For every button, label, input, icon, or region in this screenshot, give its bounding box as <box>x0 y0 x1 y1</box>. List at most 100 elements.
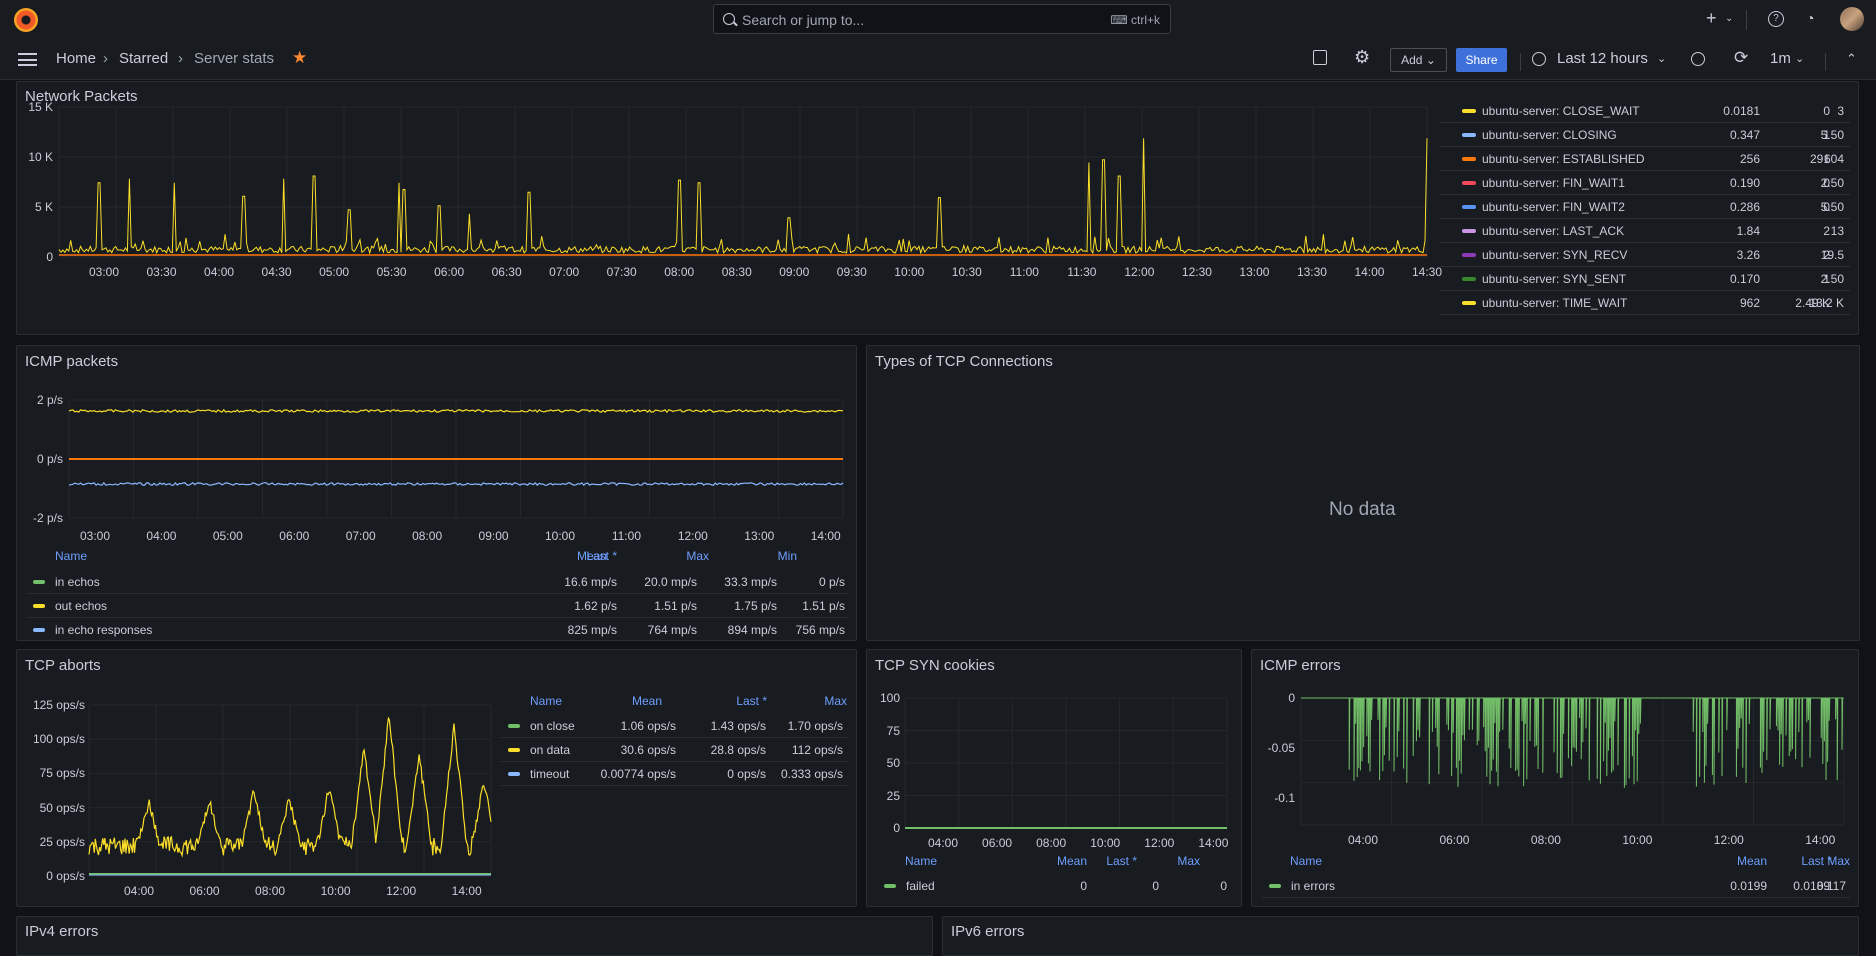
x-tick-label: 06:00 <box>434 265 465 279</box>
gear-icon[interactable]: ⚙ <box>1354 47 1370 68</box>
legend-row[interactable]: ubuntu-server: TIME_WAIT 962 2.49 K 13.2 K <box>1440 291 1850 315</box>
legend-row[interactable]: ubuntu-server: CLOSE_WAIT 0.0181 0 3 <box>1440 99 1850 123</box>
x-tick-label: 11:00 <box>1009 265 1039 279</box>
legend-max: 2.50 <box>1820 176 1844 190</box>
legend-row[interactable]: on close 1.06 ops/s 1.43 ops/s 1.70 ops/s <box>501 714 849 738</box>
panel-network-packets[interactable]: Network Packets ubuntu-server: CLOSE_WAI… <box>16 81 1859 335</box>
rss-icon[interactable]: ◔ <box>1806 10 1814 26</box>
y-tick-label: 0 ops/s <box>46 869 85 883</box>
legend-row[interactable]: ubuntu-server: ESTABLISHED 256 291 604 <box>1440 147 1850 171</box>
chevron-down-icon[interactable]: ⌄ <box>1657 52 1666 65</box>
y-tick-label: 25 <box>886 788 900 803</box>
icmp-packets-chart[interactable] <box>17 346 857 556</box>
collapse-icon[interactable]: ⌃ <box>1846 51 1857 67</box>
legend-swatch <box>1462 157 1476 161</box>
x-tick-label: 12:00 <box>386 884 417 898</box>
legend-header[interactable]: Max <box>1140 854 1200 868</box>
legend-name: ubuntu-server: SYN_RECV <box>1482 248 1628 262</box>
add-label: Add <box>1401 53 1423 67</box>
chevron-down-icon[interactable]: ⌄ <box>1725 13 1733 24</box>
legend-header[interactable]: Max <box>1822 854 1850 868</box>
panel-ipv6-errors[interactable]: IPv6 errors <box>942 916 1859 956</box>
x-tick-label: 06:00 <box>189 884 220 898</box>
legend-header[interactable]: Last * <box>707 694 767 708</box>
panel-icmp-packets[interactable]: ICMP packets Name Mean Last * Max Min in echo… <box>16 345 857 641</box>
legend-header[interactable]: Mean <box>1707 854 1767 868</box>
legend-swatch <box>1462 277 1476 281</box>
legend-name: on data <box>530 743 571 757</box>
legend-max: 112 ops/s <box>791 743 843 757</box>
add-button[interactable]: Add ⌄ <box>1390 48 1447 72</box>
clock-icon[interactable] <box>1532 52 1546 66</box>
legend-min: 756 mp/s <box>795 623 845 637</box>
y-tick-label: -0.05 <box>1267 741 1295 755</box>
panel-icmp-errors[interactable]: ICMP errors Name Mean Last * Max in errors 0.… <box>1251 649 1859 907</box>
chevron-down-icon[interactable]: ⌄ <box>1795 52 1804 65</box>
panel-ipv4-errors[interactable]: IPv4 errors <box>16 916 933 956</box>
legend-header[interactable]: Max <box>787 694 847 708</box>
legend-row[interactable]: ubuntu-server: SYN_SENT 0.170 1 2.50 <box>1440 267 1850 291</box>
legend-header[interactable]: Last * <box>1077 854 1137 868</box>
legend-header[interactable]: Min <box>713 549 797 563</box>
legend-header: Name <box>905 854 938 868</box>
legend-row[interactable]: ubuntu-server: CLOSING 0.347 1 5.50 <box>1440 123 1850 147</box>
network-packets-chart[interactable] <box>17 82 1447 335</box>
menu-icon[interactable] <box>18 53 37 66</box>
legend-name: ubuntu-server: CLOSE_WAIT <box>1482 104 1640 118</box>
x-tick-label: 13:30 <box>1296 265 1327 279</box>
help-icon[interactable]: ? <box>1768 11 1784 27</box>
legend-row[interactable]: timeout 0.00774 ops/s 0 ops/s 0.333 ops/s <box>501 762 849 786</box>
refresh-icon[interactable]: ⟳ <box>1734 48 1748 68</box>
breadcrumb-starred[interactable]: Starred <box>119 50 168 67</box>
grafana-logo-icon[interactable] <box>14 8 38 32</box>
plus-icon[interactable]: + <box>1706 8 1717 29</box>
panel-tcp-aborts[interactable]: TCP aborts Name Mean Last * Max on close 1.06… <box>16 649 857 907</box>
x-tick-label: 08:00 <box>664 265 695 279</box>
tcp-aborts-chart[interactable] <box>17 650 517 907</box>
legend-mean: 0.0199 <box>1730 879 1767 893</box>
legend-header[interactable]: Max <box>639 549 709 563</box>
legend-row[interactable]: in echos 16.6 mp/s 20.0 mp/s 33.3 mp/s 0 p/s <box>27 570 849 594</box>
legend-row[interactable]: out echos 1.62 p/s 1.51 p/s 1.75 p/s 1.51 p/… <box>27 594 849 618</box>
legend-name: ubuntu-server: CLOSING <box>1482 128 1617 142</box>
star-icon[interactable]: ★ <box>292 48 307 68</box>
x-tick-label: 08:30 <box>721 265 752 279</box>
icmp-errors-chart[interactable] <box>1252 650 1859 850</box>
y-tick-label: 0 p/s <box>36 452 63 466</box>
time-range-picker[interactable]: Last 12 hours <box>1557 50 1648 67</box>
share-button[interactable]: Share <box>1456 48 1507 72</box>
x-tick-label: 14:00 <box>1354 265 1385 279</box>
x-tick-label: 10:00 <box>1622 833 1653 847</box>
x-tick-label: 12:00 <box>1124 265 1155 279</box>
legend-max: 5.50 <box>1820 200 1844 214</box>
legend-row[interactable]: ubuntu-server: FIN_WAIT1 0.190 0 2.50 <box>1440 171 1850 195</box>
legend-header[interactable]: Mean <box>602 694 662 708</box>
x-tick-label: 10:00 <box>894 265 925 279</box>
tcp-syn-chart[interactable] <box>867 650 1242 850</box>
avatar[interactable] <box>1840 7 1864 31</box>
panel-title: Types of TCP Connections <box>875 353 1053 370</box>
x-tick-label: 14:00 <box>451 884 482 898</box>
legend-row[interactable]: in echo responses 825 mp/s 764 mp/s 894 mp/… <box>27 618 849 640</box>
legend-header[interactable]: Last * <box>567 549 617 563</box>
zoom-out-icon[interactable] <box>1691 52 1705 66</box>
legend-row[interactable]: ubuntu-server: FIN_WAIT2 0.286 0 5.50 <box>1440 195 1850 219</box>
legend-name: on close <box>530 719 575 733</box>
breadcrumb-home[interactable]: Home <box>56 50 96 67</box>
legend-row[interactable]: in errors 0.0199 0.0189 0.117 <box>1262 874 1850 898</box>
refresh-interval-picker[interactable]: 1m <box>1770 50 1791 67</box>
legend-row[interactable]: failed 0 0 0 <box>877 874 1233 898</box>
save-icon[interactable] <box>1313 50 1327 65</box>
legend-row[interactable]: ubuntu-server: LAST_ACK 1.84 2 13 <box>1440 219 1850 243</box>
legend-name: failed <box>906 879 935 893</box>
x-tick-label: 08:00 <box>1530 833 1561 847</box>
x-tick-label: 09:00 <box>779 265 810 279</box>
y-tick-label: 100 ops/s <box>32 732 85 747</box>
search-input[interactable]: Search or jump to... ⌨ ctrl+k <box>713 4 1171 34</box>
legend-swatch <box>1462 229 1476 233</box>
panel-tcp-types[interactable]: Types of TCP Connections No data <box>866 345 1860 641</box>
legend-last: 0 <box>1152 879 1159 893</box>
legend-row[interactable]: on data 30.6 ops/s 28.8 ops/s 112 ops/s <box>501 738 849 762</box>
panel-tcp-syn-cookies[interactable]: TCP SYN cookies Name Mean Last * Max failed 0… <box>866 649 1242 907</box>
legend-row[interactable]: ubuntu-server: SYN_RECV 3.26 2 19.5 <box>1440 243 1850 267</box>
